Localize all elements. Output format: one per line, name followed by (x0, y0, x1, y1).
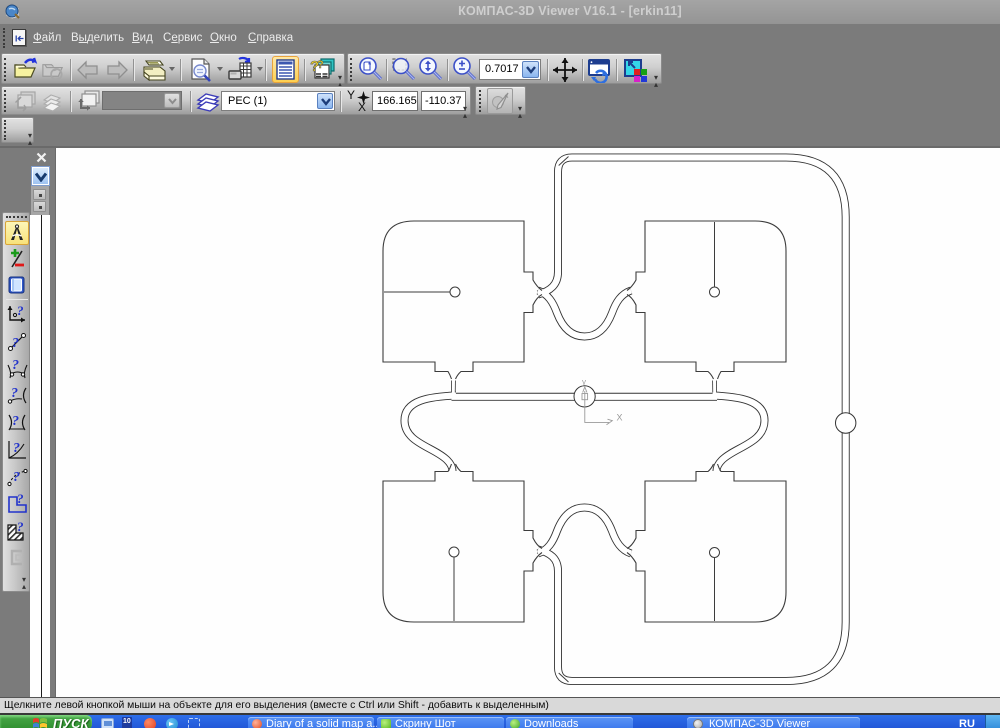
svg-text:?: ? (13, 470, 20, 485)
svg-text:?: ? (17, 519, 24, 534)
svg-text:?: ? (317, 59, 324, 71)
svg-text:?: ? (17, 492, 24, 506)
svg-text:?: ? (12, 358, 19, 373)
svg-text:?: ? (17, 303, 24, 318)
svg-text:?: ? (12, 336, 19, 351)
svg-text:?: ? (12, 414, 19, 429)
svg-text:X: X (617, 413, 623, 423)
svg-text:?: ? (13, 441, 20, 456)
svg-text:y: y (582, 378, 586, 387)
svg-text:?: ? (11, 386, 18, 401)
